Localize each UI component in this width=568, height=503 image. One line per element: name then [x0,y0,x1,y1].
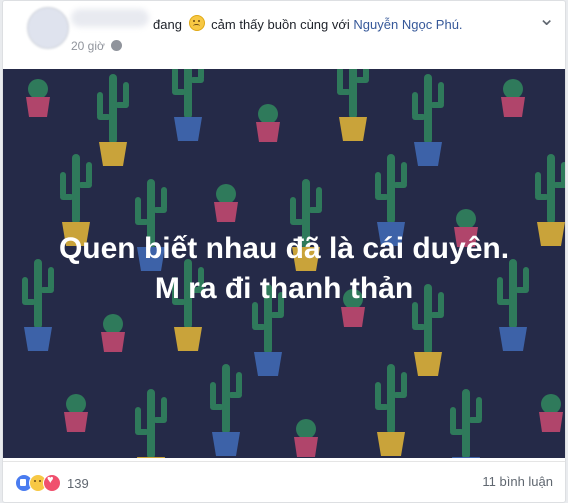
cactus-shape [28,79,48,99]
headline-line-2: M ra đi thanh thản [154,272,414,305]
menu-icon[interactable]: ⌄ [538,9,555,29]
cactus-shape [387,364,395,434]
cactus-shape [462,389,470,458]
cactus-shape [337,89,351,95]
pot-shape [254,352,282,376]
pot-shape [377,432,405,456]
cactus-shape [190,77,204,83]
cactus-shape [375,194,389,200]
post-meta: 20 giờ [71,39,123,53]
pot-shape [212,432,240,456]
cactus-shape [535,194,549,200]
cactus-shape [258,104,278,124]
cactus-shape [468,417,482,423]
cactus-shape [430,102,444,108]
post-time[interactable]: 20 giờ [71,39,105,53]
cactus-shape [210,404,224,410]
pot-shape [99,142,127,166]
cactus-shape [393,392,407,398]
pot-shape [214,202,238,222]
cactus-shape [78,182,92,188]
pot-shape [294,437,318,457]
cactus-shape [541,394,561,414]
status-prefix: đang [153,17,182,32]
cactus-shape [222,364,230,434]
cactus-shape [450,429,464,435]
cactus-shape [109,74,117,144]
pot-shape [174,327,202,351]
cactus-shape [172,89,186,95]
cactus-shape [424,74,432,144]
cactus-shape [60,194,74,200]
cactus-shape [430,312,444,318]
feeling-text: cảm thấy buồn [211,17,297,32]
feed-post: đang cảm thấy buồn cùng với Nguyễn Ngọc … [2,0,566,503]
pot-shape [137,457,165,458]
cactus-shape [387,154,395,224]
cactus-shape [503,79,523,99]
post-image[interactable]: Quen biết nhau đã là cái duyên. M ra đi … [3,69,565,458]
reactions-summary[interactable]: 139 [15,474,89,492]
cactus-shape [412,324,426,330]
pot-shape [64,412,88,432]
tagged-friend-link[interactable]: Nguyễn Ngọc Phú. [353,17,462,32]
cactus-shape [290,219,304,225]
pot-shape [24,327,52,351]
cactus-shape [308,207,322,213]
pot-shape [452,457,480,458]
pot-shape [499,327,527,351]
pot-shape [414,352,442,376]
love-reaction-icon [43,474,61,492]
cactus-shape [216,184,236,204]
pot-shape [26,97,50,117]
cactus-shape [296,419,316,439]
status-line: đang cảm thấy buồn cùng với Nguyễn Ngọc … [153,15,463,32]
cactus-shape [72,154,80,224]
cactus-shape [456,209,476,229]
with-text: cùng với [300,17,350,32]
cactus-shape [97,114,111,120]
globe-icon[interactable] [111,40,123,51]
pot-shape [339,117,367,141]
post-header: đang cảm thấy buồn cùng với Nguyễn Ngọc … [3,1,565,69]
cactus-shape [547,154,555,224]
cactus-shape [393,182,407,188]
cactus-shape [153,417,167,423]
pot-shape [539,412,563,432]
cactus-shape [66,394,86,414]
cactus-shape [553,182,565,188]
cactus-shape [375,404,389,410]
post-headline: Quen biết nhau đã là cái duyên. M ra đi … [3,229,565,309]
pot-shape [256,122,280,142]
cactus-shape [135,219,149,225]
pot-shape [414,142,442,166]
avatar[interactable] [27,7,69,49]
headline-line-1: Quen biết nhau đã là cái duyên. [58,232,510,265]
pot-shape [501,97,525,117]
pot-shape [341,307,365,327]
cactus-shape [252,324,266,330]
pot-shape [174,117,202,141]
cactus-shape [147,389,155,458]
comments-count-link[interactable]: 11 bình luận [482,474,553,489]
cactus-shape [270,312,284,318]
cactus-shape [115,102,129,108]
author-name-blurred[interactable] [71,9,149,27]
cactus-shape [228,392,242,398]
post-footer: 139 11 bình luận [3,461,565,502]
cactus-shape [355,77,369,83]
sad-emoji-icon [188,15,205,31]
reaction-count: 139 [67,475,89,491]
cactus-shape [153,207,167,213]
pot-shape [101,332,125,352]
cactus-shape [412,114,426,120]
cactus-shape [103,314,123,334]
cactus-shape [135,429,149,435]
